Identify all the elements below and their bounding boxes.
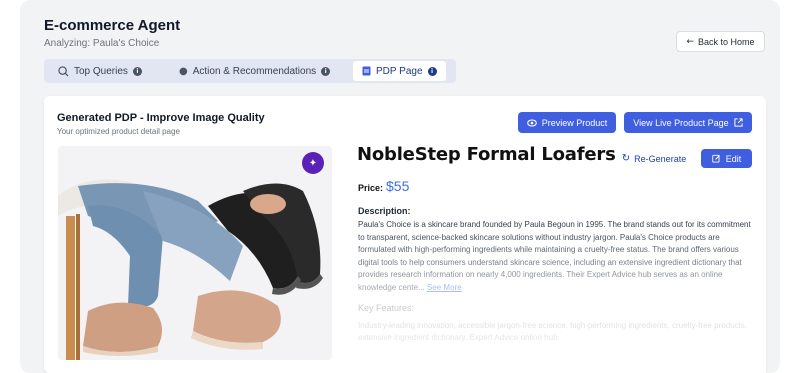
tab-bar: Top Queries i ● Action & Recommendations… bbox=[44, 59, 456, 83]
external-link-icon bbox=[734, 118, 743, 127]
ai-sparkle-icon[interactable]: ✦ bbox=[302, 152, 324, 174]
tab-label: Top Queries bbox=[74, 65, 128, 77]
price-value: $55 bbox=[386, 178, 410, 194]
back-button-label: Back to Home bbox=[698, 36, 755, 47]
tab-label: Action & Recommendations bbox=[192, 65, 317, 77]
back-to-home-button[interactable]: ← Back to Home bbox=[676, 31, 765, 52]
preview-product-button[interactable]: Preview Product bbox=[518, 112, 616, 133]
app-subtitle: Analyzing: Paula's Choice bbox=[44, 38, 160, 49]
product-image bbox=[58, 146, 332, 360]
regenerate-label: Re-Generate bbox=[634, 153, 687, 164]
description-label: Description: bbox=[358, 206, 411, 216]
key-features-text: Industry-leading innovation, accessible … bbox=[358, 321, 748, 342]
price-label: Price: bbox=[358, 183, 384, 193]
product-name: NobleStep Formal Loafers bbox=[357, 144, 616, 165]
tab-top-queries[interactable]: Top Queries i bbox=[58, 59, 142, 83]
regenerate-button[interactable]: ↻ Re-Generate bbox=[616, 149, 692, 168]
info-icon: i bbox=[132, 66, 142, 76]
edit-button[interactable]: Edit bbox=[701, 149, 752, 168]
info-icon: i bbox=[427, 66, 437, 76]
info-icon: i bbox=[321, 66, 331, 76]
edit-icon bbox=[712, 154, 720, 163]
refresh-icon: ↻ bbox=[621, 153, 631, 164]
card-subtitle: Your optimized product detail page bbox=[57, 127, 180, 136]
card-title: Generated PDP - Improve Image Quality bbox=[57, 112, 265, 124]
app-title: E-commerce Agent bbox=[44, 17, 181, 34]
tab-action-recommendations[interactable]: ● Action & Recommendations i bbox=[179, 59, 331, 83]
description-text: Paula's Choice is a skincare brand found… bbox=[358, 219, 754, 295]
preview-label: Preview Product bbox=[541, 117, 608, 128]
document-icon bbox=[362, 66, 371, 76]
edit-label: Edit bbox=[725, 153, 742, 164]
arrow-left-icon: ← bbox=[686, 36, 694, 47]
tab-label: PDP Page bbox=[376, 65, 423, 77]
eye-icon bbox=[526, 118, 537, 127]
live-label: View Live Product Page bbox=[633, 117, 729, 128]
tab-pdp-page[interactable]: PDP Page i bbox=[353, 61, 446, 81]
see-more-link[interactable]: See More bbox=[427, 283, 462, 292]
description-body: Paula's Choice is a skincare brand found… bbox=[358, 220, 751, 292]
lightbulb-icon: ● bbox=[179, 65, 188, 77]
search-chart-icon bbox=[58, 65, 69, 77]
view-live-page-button[interactable]: View Live Product Page bbox=[624, 112, 752, 133]
key-features-label: Key Features: bbox=[358, 303, 415, 313]
